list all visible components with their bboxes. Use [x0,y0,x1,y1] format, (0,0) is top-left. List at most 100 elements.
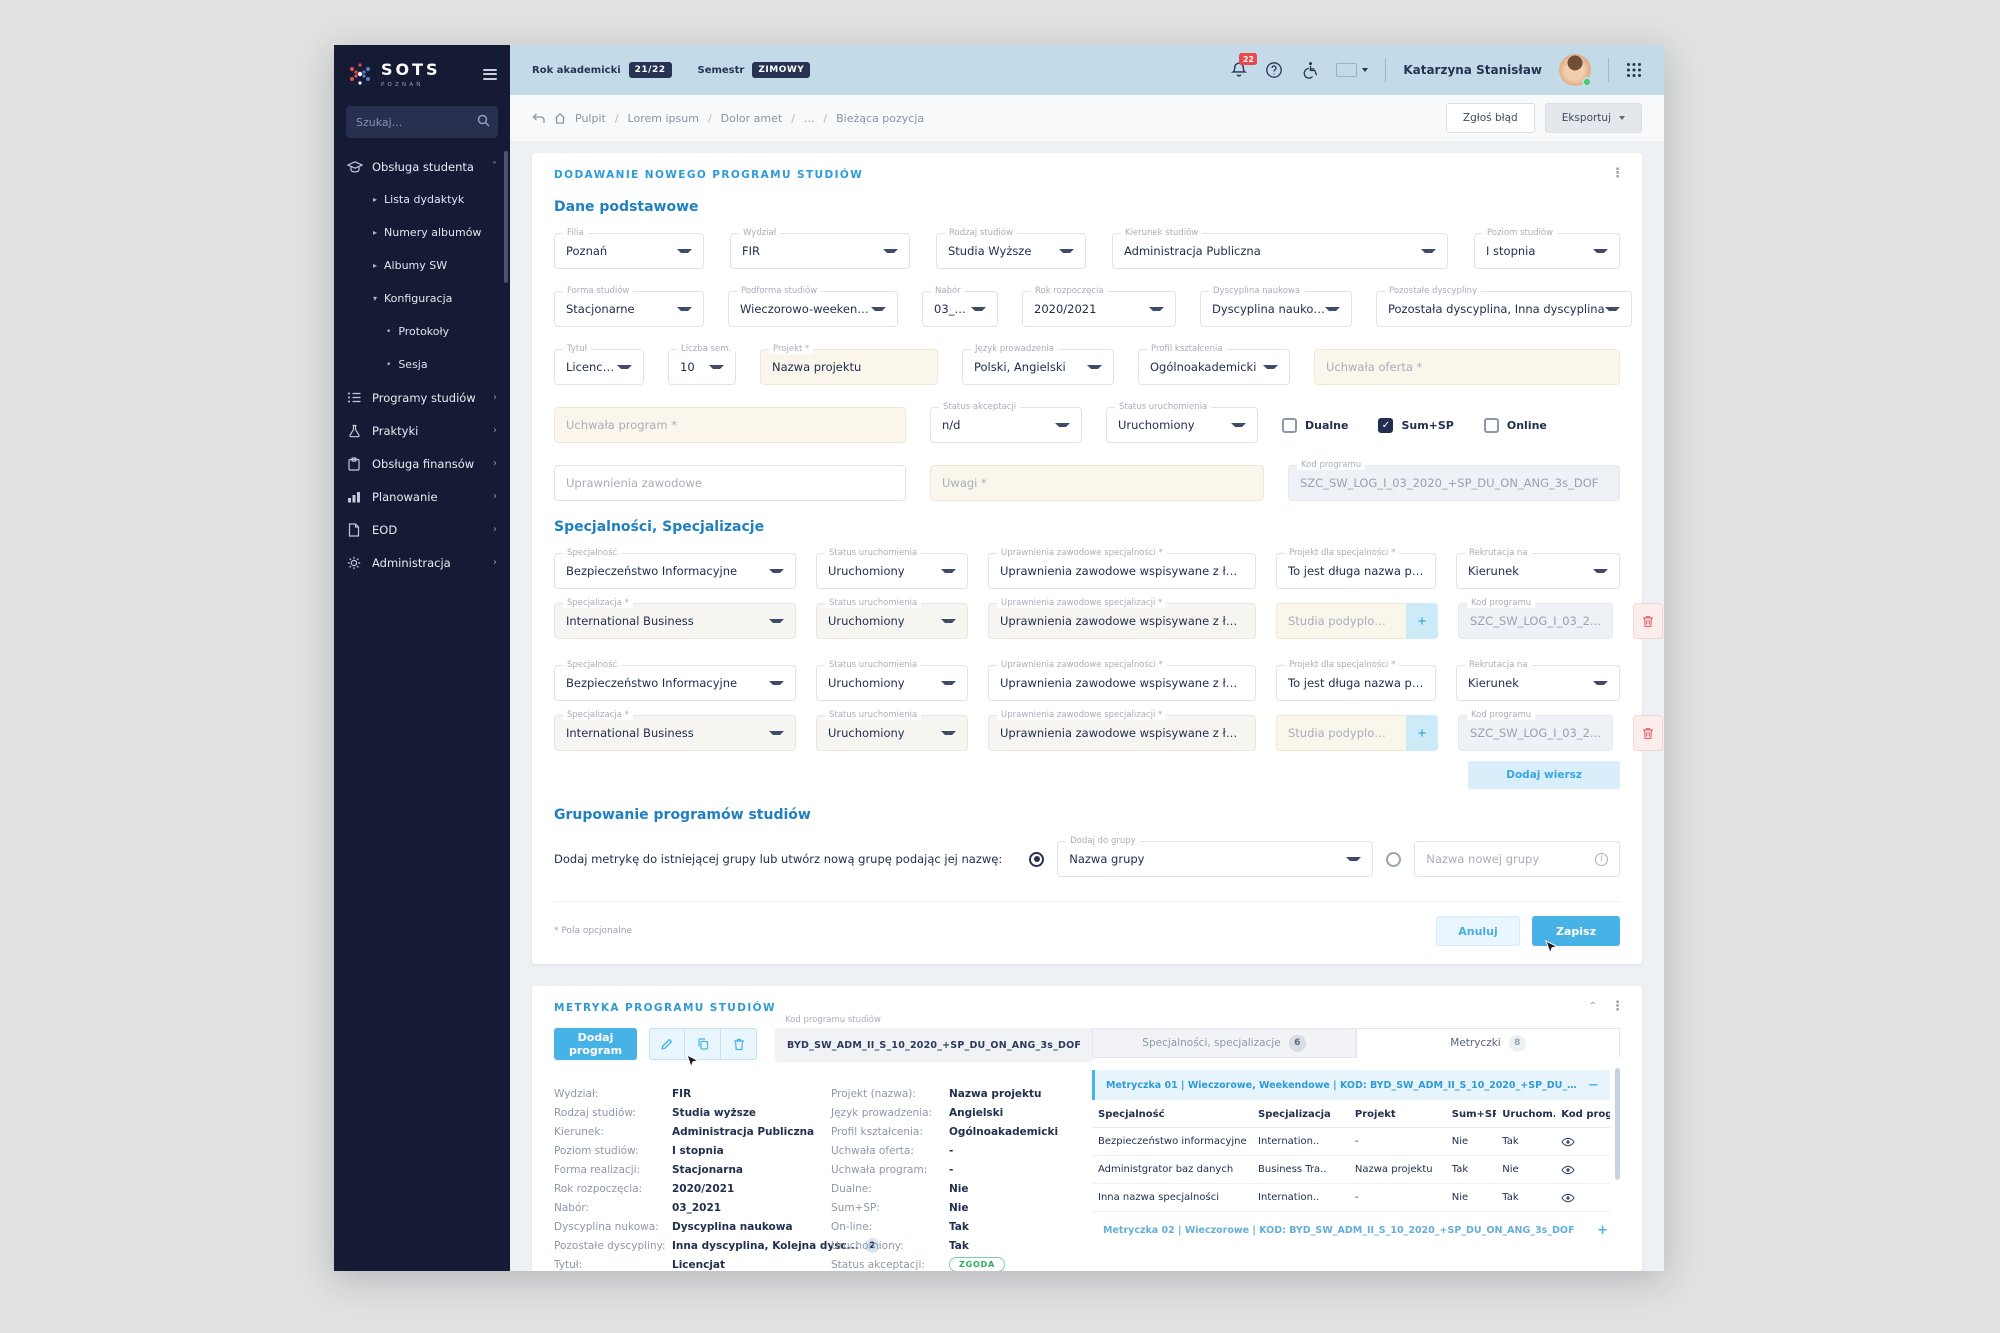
breadcrumb-item-ellipsis[interactable]: ... [804,112,815,125]
language-selector[interactable] [1336,63,1368,77]
sidebar-item-albumy-sw[interactable]: ▸Albumy SW [334,249,510,282]
uchwala-program-input[interactable]: Uchwała program * [554,407,906,443]
content-scroll-area[interactable]: DODAWANIE NOWEGO PROGRAMU STUDIÓW ⋮ Dane… [510,141,1664,1271]
kebab-menu-icon[interactable]: ⋮ [1611,999,1624,1014]
sidebar-item-numery-albumow[interactable]: ▸Numery albumów [334,216,510,249]
uprawnienia-specjalizacji-input[interactable]: Uprawnienia zawodowe specjalizacji *Upra… [988,715,1256,751]
specjalnosc-select[interactable]: SpecjalnośćBezpieczeństwo Informacyjne [554,665,796,701]
group-select[interactable]: Dodaj do grupyNazwa grupy [1057,841,1373,877]
delete-icon-button[interactable] [721,1028,757,1060]
eye-icon[interactable] [1561,1165,1604,1175]
tytul-select[interactable]: TytułLicencjat [554,349,644,385]
checkbox-sum-sp[interactable]: ✓Sum+SP [1378,418,1453,433]
new-group-input[interactable]: Nazwa nowej grupyi [1414,841,1620,877]
add-program-button[interactable]: Dodaj program [554,1028,637,1060]
tab-metryczki[interactable]: Metryczki 8 [1356,1028,1620,1058]
projekt-input[interactable]: Projekt *Nazwa projektu [760,349,938,385]
sidebar-item-programy-studiow[interactable]: Programy studiów › [334,381,510,414]
sidebar-item-lista-dydaktyk[interactable]: ▸Lista dydaktyk [334,183,510,216]
eye-icon[interactable] [1561,1193,1604,1203]
breadcrumb-item[interactable]: Lorem ipsum [628,112,699,125]
nabor-select[interactable]: Nabór03_2021 [922,291,998,327]
user-name[interactable]: Katarzyna Stanisław [1403,63,1542,77]
add-postgraduate-button[interactable]: + [1406,715,1438,751]
panel-scrollbar[interactable] [1615,1068,1620,1180]
checkbox-online[interactable]: Online [1484,418,1547,433]
projekt-specjalnosci-input[interactable]: Projekt dla specjalności *To jest długa … [1276,553,1436,589]
breadcrumb-item[interactable]: Dolor amet [721,112,783,125]
apps-grid-icon[interactable] [1626,62,1642,78]
podforma-select[interactable]: Podforma studiówWieczorowo-weekendowa [728,291,898,327]
breadcrumb-item[interactable]: Pulpit [575,112,606,125]
uwagi-input[interactable]: Uwagi * [930,465,1264,501]
sidebar-item-praktyki[interactable]: Praktyki › [334,414,510,447]
edit-icon-button[interactable] [649,1028,685,1060]
metryczka-row[interactable]: Bezpieczeństwo informacyjne Internation.… [1092,1128,1610,1156]
rodzaj-studiow-select[interactable]: Rodzaj studiówStudia Wyższe [936,233,1086,269]
checkbox-dualne[interactable]: Dualne [1282,418,1348,433]
avatar[interactable] [1559,54,1591,86]
sidebar-item-sesja[interactable]: •Sesja [334,348,510,381]
kebab-menu-icon[interactable]: ⋮ [1611,166,1624,181]
metryczka-01-header[interactable]: Metryczka 01 | Wieczorowe, Weekendowe | … [1092,1070,1610,1100]
cancel-button[interactable]: Anuluj [1436,916,1520,946]
sidebar-scrollbar[interactable] [504,151,508,283]
wydzial-select[interactable]: WydziałFIR [730,233,910,269]
status-akceptacji-select[interactable]: Status akceptacjin/d [930,407,1082,443]
uprawnienia-zawodowe-input[interactable]: Uprawnienia zawodowe [554,465,906,501]
expand-plus-icon[interactable]: + [1589,1223,1608,1238]
kierunek-select[interactable]: Kierunek studiówAdministracja Publiczna [1112,233,1448,269]
jezyk-select[interactable]: Język prowadzeniaPolski, Angielski [962,349,1114,385]
notifications-bell-icon[interactable]: 22 [1230,61,1248,79]
delete-row-button[interactable] [1633,715,1663,751]
accessibility-icon[interactable] [1300,61,1319,80]
sidebar-search-input[interactable] [346,106,498,138]
sidebar-item-konfiguracja[interactable]: ▾Konfiguracja [334,282,510,315]
delete-row-button[interactable] [1633,603,1663,639]
save-button[interactable]: Zapisz [1532,916,1620,946]
uprawnienia-specjalizacji-input[interactable]: Uprawnienia zawodowe specjalizacji *Upra… [988,603,1256,639]
copy-icon-button[interactable] [685,1028,721,1060]
uprawnienia-specjalnosci-input[interactable]: Uprawnienia zawodowe specjalności *Upraw… [988,665,1256,701]
sidebar-item-eod[interactable]: EOD › [334,513,510,546]
status-uruchomienia-select[interactable]: Status uruchomieniaUruchomiony [1106,407,1258,443]
sidebar-item-planowanie[interactable]: Planowanie › [334,480,510,513]
collapse-minus-icon[interactable]: − [1580,1078,1599,1093]
metryczka-02-header[interactable]: Metryczka 02 | Wieczorowe | KOD: BYD_SW_… [1092,1212,1610,1240]
radio-new-group[interactable] [1386,852,1401,867]
metryczka-row[interactable]: Administgrator baz danych Business Tra..… [1092,1156,1610,1184]
uprawnienia-specjalnosci-input[interactable]: Uprawnienia zawodowe specjalności *Upraw… [988,553,1256,589]
add-row-button[interactable]: Dodaj wiersz [1468,761,1620,789]
status-select[interactable]: Status uruchomieniaUruchomiony [816,553,968,589]
pozostale-dyscypliny-select[interactable]: Pozostałe dyscyplinyPozostała dyscyplina… [1376,291,1632,327]
help-icon[interactable] [1265,61,1283,79]
home-icon[interactable] [554,112,566,124]
projekt-specjalnosci-input[interactable]: Projekt dla specjalności *To jest długa … [1276,665,1436,701]
rekrutacja-select[interactable]: Rekrutacja naKierunek [1456,553,1620,589]
report-error-button[interactable]: Zgłoś błąd [1446,103,1535,133]
back-arrow-icon[interactable] [532,113,545,124]
dyscyplina-select[interactable]: Dyscyplina naukowaDyscyplina naukowa [1200,291,1352,327]
rok-rozpoczecia-select[interactable]: Rok rozpoczęcia2020/2021 [1022,291,1176,327]
forma-select[interactable]: Forma studiówStacjonarne [554,291,704,327]
specjalnosc-select[interactable]: SpecjalnośćBezpieczeństwo Informacyjne [554,553,796,589]
radio-existing-group[interactable] [1029,852,1044,867]
sidebar-item-administracja[interactable]: Administracja › [334,546,510,579]
tab-specjalnosci[interactable]: Specjalności, specjalizacje 6 [1092,1028,1356,1058]
liczba-semestrow-select[interactable]: Liczba sem.10 [668,349,736,385]
specjalizacja-select[interactable]: Specjalizacja *International Business [554,603,796,639]
sidebar-item-obsluga-studenta[interactable]: Obsługa studenta ˅ [334,150,510,183]
collapse-icon[interactable]: ⌃ [1589,1001,1597,1012]
add-postgraduate-button[interactable]: + [1406,603,1438,639]
search-icon[interactable] [477,114,490,127]
poziom-select[interactable]: Poziom studiówI stopnia [1474,233,1620,269]
filia-select[interactable]: FiliaPoznań [554,233,704,269]
menu-toggle-icon[interactable] [483,66,497,82]
studia-podyplomowe-input[interactable]: Studia podyplomowe * [1276,603,1406,639]
rekrutacja-select[interactable]: Rekrutacja naKierunek [1456,665,1620,701]
profil-select[interactable]: Profil kształceniaOgólnoakademicki [1138,349,1290,385]
status-select[interactable]: Status uruchomieniaUruchomiony [816,665,968,701]
status-select[interactable]: Status uruchomieniaUruchomiony [816,603,968,639]
uchwala-oferta-input[interactable]: Uchwała oferta * [1314,349,1620,385]
export-button[interactable]: Eksportuj [1545,103,1642,133]
